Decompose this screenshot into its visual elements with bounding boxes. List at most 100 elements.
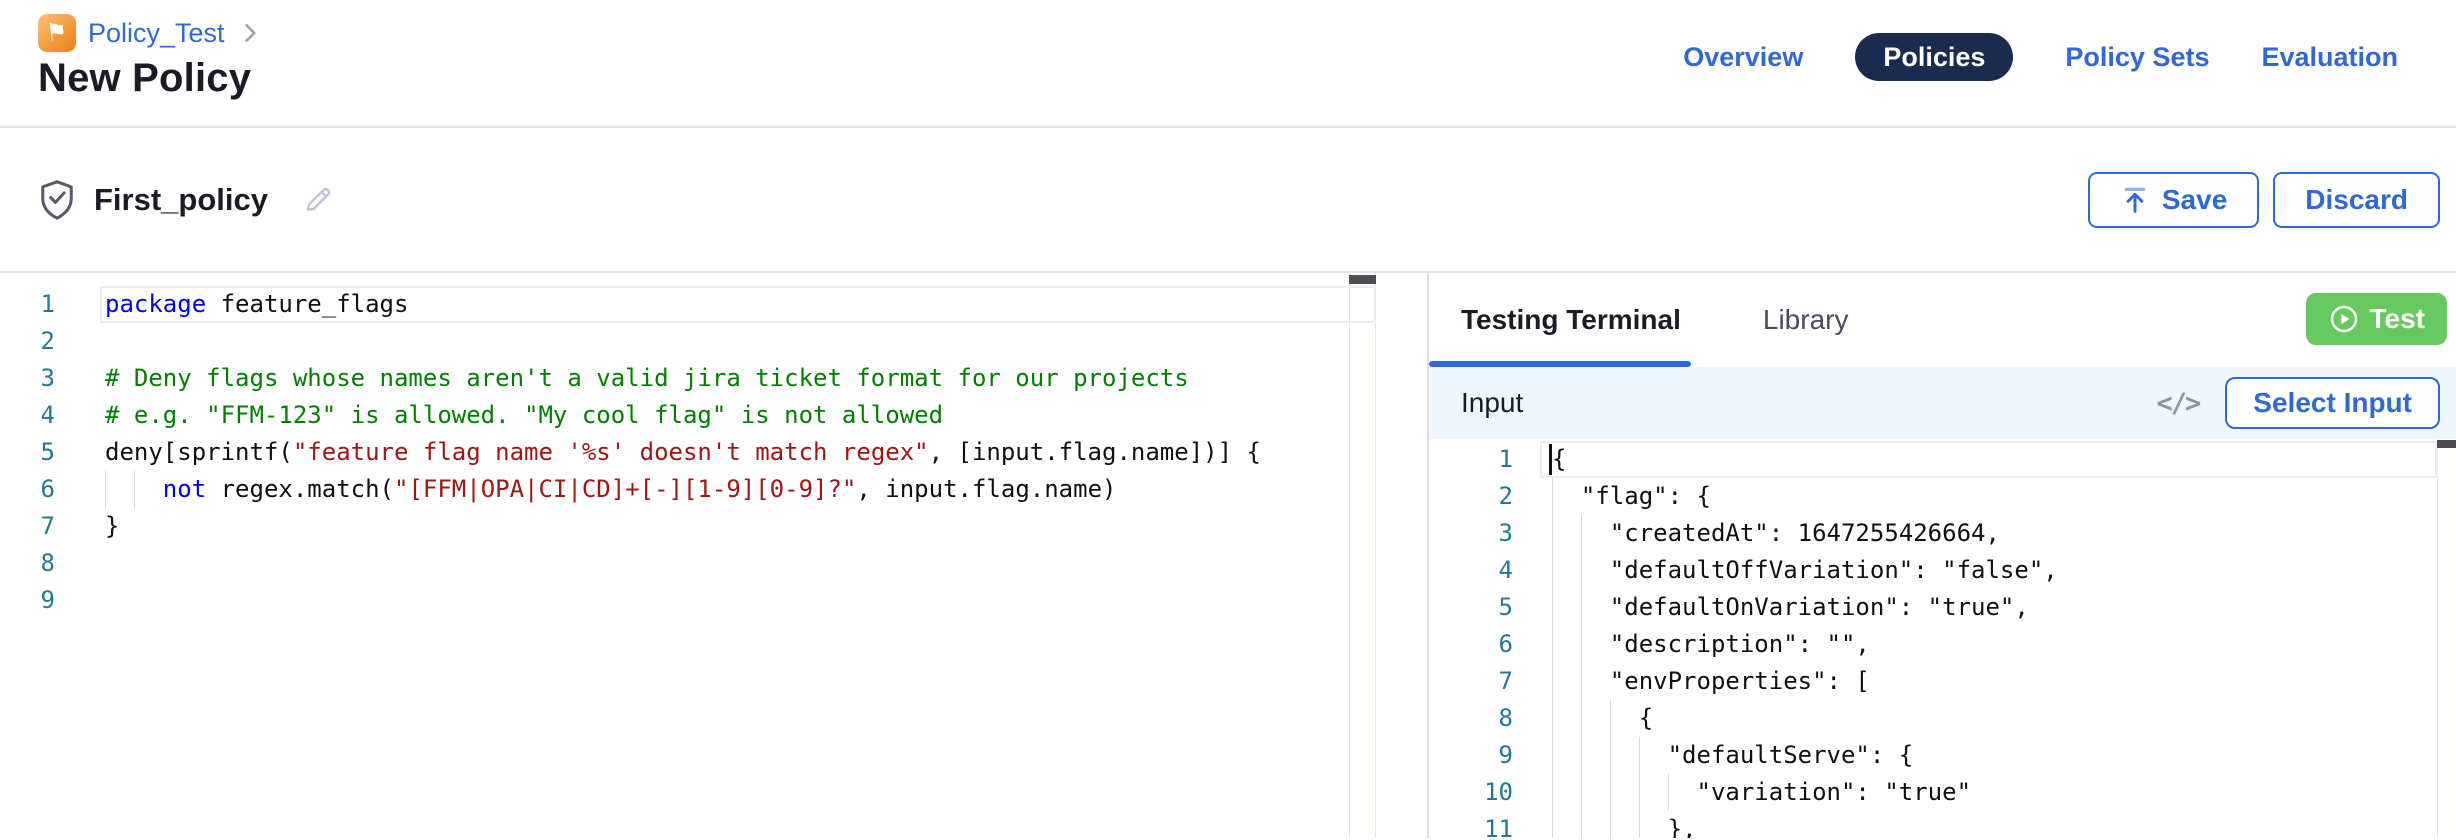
editor-scrollbar-thumb[interactable] — [1349, 275, 1376, 284]
json-text: "description": "", — [1552, 630, 1870, 658]
line-number: 10 — [1429, 774, 1513, 811]
indent-guide — [1610, 700, 1611, 737]
line-number: 7 — [1429, 663, 1513, 700]
indent-guide — [1639, 737, 1640, 774]
code-text: "createdAt": 1647255426664, — [1552, 515, 2456, 552]
json-text: "defaultServe": { — [1552, 741, 1913, 769]
select-input-button[interactable]: Select Input — [2225, 377, 2440, 429]
input-header-bar: Input </> Select Input — [1429, 367, 2456, 439]
indent-guide — [1610, 737, 1611, 774]
policy-code-editor[interactable]: 1package feature_flags23 # Deny flags who… — [0, 273, 1427, 838]
indent-guide — [105, 471, 106, 508]
indent-guide — [1552, 478, 1553, 515]
code-text: "flag": { — [1552, 478, 2456, 515]
code-text: { — [1552, 700, 2456, 737]
line-number: 4 — [0, 397, 55, 434]
code-text: "defaultOnVariation": "true", — [1552, 589, 2456, 626]
code-line[interactable]: 11 }, — [1429, 811, 2456, 838]
code-text: { — [1552, 441, 2456, 478]
line-number: 2 — [1429, 478, 1513, 515]
code-text: } — [105, 508, 1427, 545]
save-button[interactable]: Save — [2088, 172, 2259, 228]
indent-guide — [1610, 774, 1611, 811]
json-text: "envProperties": [ — [1552, 667, 1870, 695]
code-text: "defaultOffVariation": "false", — [1552, 552, 2456, 589]
code-text: "defaultServe": { — [1552, 737, 2456, 774]
indent-guide — [1581, 663, 1582, 700]
tab-library[interactable]: Library — [1763, 304, 1849, 336]
code-line[interactable]: 2 — [0, 323, 1427, 360]
input-json-editor[interactable]: 1{2 "flag": {3 "createdAt": 164725542666… — [1429, 439, 2456, 838]
json-text: { — [1552, 704, 1653, 732]
tab-testing-terminal[interactable]: Testing Terminal — [1461, 304, 1681, 336]
test-button-label: Test — [2370, 303, 2426, 335]
code-line[interactable]: 8 — [0, 545, 1427, 582]
code-segment: deny[sprintf( — [105, 438, 293, 466]
code-line[interactable]: 3 "createdAt": 1647255426664, — [1429, 515, 2456, 552]
code-text — [105, 323, 1427, 360]
save-button-label: Save — [2162, 184, 2227, 216]
code-line[interactable]: 4 "defaultOffVariation": "false", — [1429, 552, 2456, 589]
edit-pencil-icon[interactable] — [300, 183, 334, 217]
testing-terminal-panel: Testing Terminal Library Test Input </> … — [1429, 273, 2456, 838]
discard-button-label: Discard — [2305, 184, 2408, 216]
policy-name: First_policy — [94, 182, 268, 218]
code-line[interactable]: 4 # e.g. "FFM-123" is allowed. "My cool f… — [0, 397, 1427, 434]
indent-guide — [1552, 589, 1553, 626]
code-segment: } — [105, 512, 119, 540]
code-line[interactable]: 3 # Deny flags whose names aren't a valid… — [0, 360, 1427, 397]
indent-guide — [1668, 774, 1669, 811]
code-line[interactable]: 9 — [0, 582, 1427, 619]
indent-guide — [1552, 552, 1553, 589]
line-number: 5 — [0, 434, 55, 471]
code-line[interactable]: 1{ — [1429, 441, 2456, 478]
code-line[interactable]: 8 { — [1429, 700, 2456, 737]
json-text: "defaultOffVariation": "false", — [1552, 556, 2058, 584]
code-text: # Deny flags whose names aren't a valid … — [105, 360, 1427, 397]
top-nav: Overview Policies Policy Sets Evaluation — [1683, 33, 2398, 81]
line-number: 3 — [0, 360, 55, 397]
input-label: Input — [1461, 387, 1523, 419]
code-line[interactable]: 1package feature_flags — [0, 286, 1427, 323]
test-button[interactable]: Test — [2306, 293, 2448, 345]
code-line[interactable]: 10 "variation": "true" — [1429, 774, 2456, 811]
tab-overview[interactable]: Overview — [1683, 42, 1803, 73]
indent-guide — [1552, 737, 1553, 774]
breadcrumb-link-policy-test[interactable]: Policy_Test — [88, 18, 225, 49]
code-line[interactable]: 6 "description": "", — [1429, 626, 2456, 663]
indent-guide — [134, 471, 135, 508]
code-line[interactable]: 5deny[sprintf("feature flag name '%s' do… — [0, 434, 1427, 471]
tab-policy-sets[interactable]: Policy Sets — [2065, 42, 2209, 73]
indent-guide — [1552, 663, 1553, 700]
terminal-tab-bar: Testing Terminal Library Test — [1429, 273, 2456, 367]
flag-glyph: ⚑ — [45, 20, 69, 46]
tab-evaluation[interactable]: Evaluation — [2261, 42, 2398, 73]
indent-guide — [1581, 626, 1582, 663]
line-number: 5 — [1429, 589, 1513, 626]
discard-button[interactable]: Discard — [2273, 172, 2440, 228]
code-text: # e.g. "FFM-123" is allowed. "My cool fl… — [105, 397, 1427, 434]
json-text: "createdAt": 1647255426664, — [1552, 519, 2000, 547]
code-line[interactable]: 7} — [0, 508, 1427, 545]
code-segment: "[FFM|OPA|CI|CD]+[-][1-9][0-9]?" — [394, 475, 856, 503]
json-text: "flag": { — [1552, 482, 1711, 510]
indent-guide — [1552, 811, 1553, 838]
code-segment: feature_flags — [206, 290, 408, 318]
chevron-right-icon — [237, 20, 263, 46]
indent-guide — [1581, 774, 1582, 811]
code-brackets-icon[interactable]: </> — [2157, 388, 2200, 419]
code-line[interactable]: 9 "defaultServe": { — [1429, 737, 2456, 774]
play-circle-icon — [2328, 303, 2360, 335]
code-text: not regex.match("[FFM|OPA|CI|CD]+[-][1-9… — [105, 471, 1427, 508]
line-number: 9 — [0, 582, 55, 619]
code-line[interactable]: 7 "envProperties": [ — [1429, 663, 2456, 700]
code-segment: regex.match( — [206, 475, 394, 503]
code-text: "description": "", — [1552, 626, 2456, 663]
tab-policies[interactable]: Policies — [1855, 33, 2013, 81]
code-line[interactable]: 2 "flag": { — [1429, 478, 2456, 515]
code-text: }, — [1552, 811, 2456, 838]
code-line[interactable]: 5 "defaultOnVariation": "true", — [1429, 589, 2456, 626]
code-segment: , [input.flag.name])] { — [929, 438, 1261, 466]
line-number: 6 — [1429, 626, 1513, 663]
code-line[interactable]: 6 not regex.match("[FFM|OPA|CI|CD]+[-][1… — [0, 471, 1427, 508]
